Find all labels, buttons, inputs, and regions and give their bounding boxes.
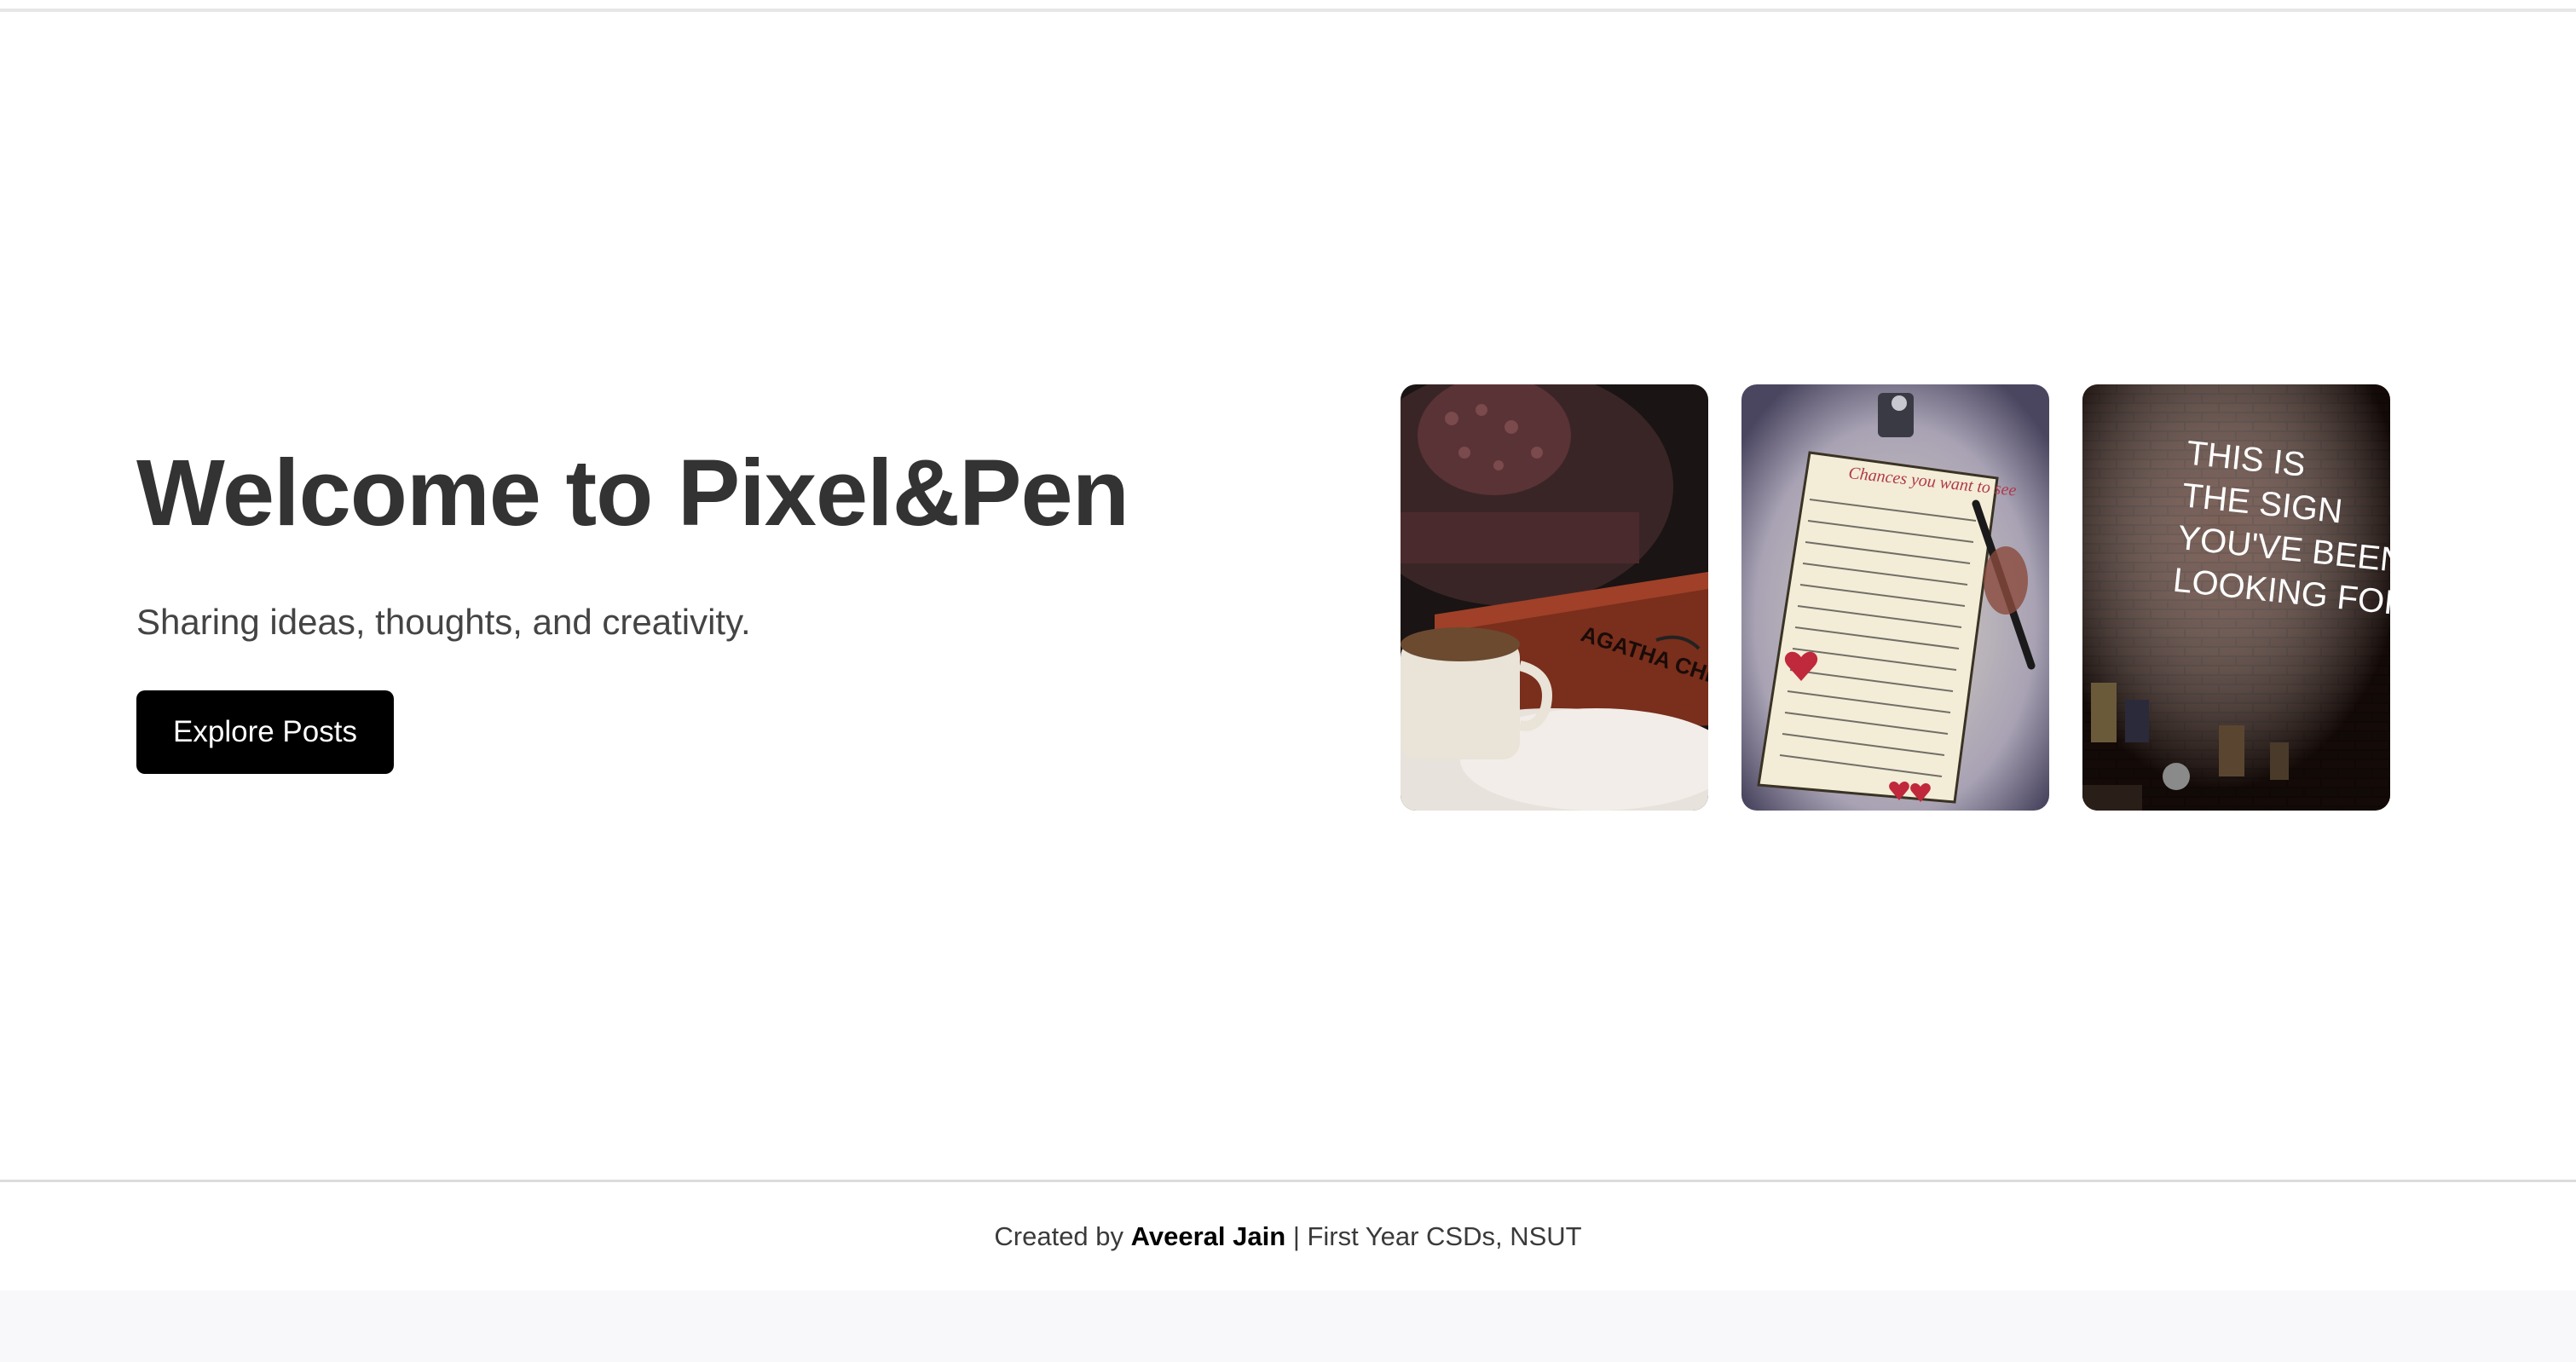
footer-suffix: | First Year CSDs, NSUT <box>1292 1221 1582 1251</box>
hero-section: Welcome to Pixel&Pen Sharing ideas, thou… <box>0 12 2576 1181</box>
footer-prefix: Created by <box>994 1221 1124 1251</box>
top-navbar-edge <box>0 0 2576 12</box>
gallery-photo-notebook[interactable]: Chances you want to see <box>1741 384 2049 811</box>
gallery-photo-book-and-mug[interactable]: AGATHA CHRISTIE <box>1401 384 1708 811</box>
hero-title: Welcome to Pixel&Pen <box>136 441 1129 545</box>
page: Welcome to Pixel&Pen Sharing ideas, thou… <box>0 0 2576 1362</box>
gallery-photo-neon-sign[interactable]: THIS IS THE SIGN YOU'VE BEEN LOOKING FOR <box>2082 384 2390 811</box>
footer: Created by Aveeral Jain | First Year CSD… <box>0 1180 2576 1290</box>
footer-author: Aveeral Jain <box>1130 1221 1286 1251</box>
hero-subtitle: Sharing ideas, thoughts, and creativity. <box>136 602 751 642</box>
explore-posts-button[interactable]: Explore Posts <box>136 690 394 774</box>
